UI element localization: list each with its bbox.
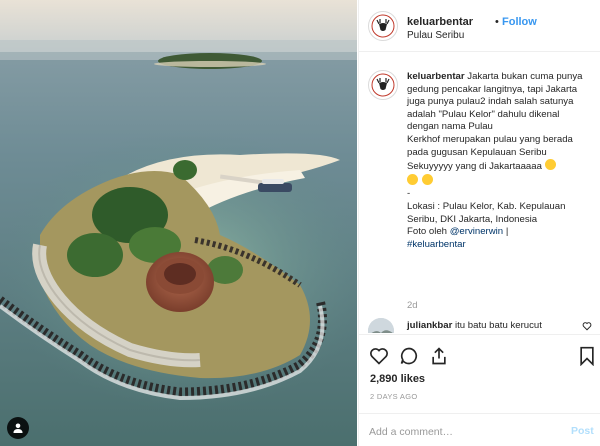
post-actions: 2,890 likes 2 DAYS AGO Post — [359, 334, 600, 446]
post-caption: keluarbentar Jakarta bukan cuma punya ge… — [407, 71, 593, 251]
post-comment-button[interactable]: Post — [571, 425, 594, 437]
caption-username[interactable]: keluarbentar — [407, 71, 465, 82]
avatar[interactable] — [368, 11, 398, 41]
heart-icon[interactable] — [369, 346, 389, 366]
hashtag-link[interactable]: #keluarbentar — [407, 239, 466, 250]
caption-pipe: | — [505, 226, 509, 238]
follow-separator: • — [495, 16, 499, 28]
comment-input[interactable] — [369, 424, 549, 440]
caption-photo-by: Foto oleh — [407, 226, 448, 238]
post-time[interactable]: 2 DAYS AGO — [370, 392, 417, 401]
location-link[interactable]: Pulau Seribu — [407, 30, 464, 41]
caption-text-3: Sekuyyyyy yang di Jakartaaaaa — [407, 161, 542, 173]
caption-timestamp[interactable]: 2d — [407, 300, 418, 311]
caption-dash: - — [407, 188, 411, 200]
user-tag-button[interactable] — [7, 417, 29, 439]
comment-text: juliankbar itu batu batu kerucut — [407, 320, 542, 331]
bookmark-icon[interactable] — [579, 346, 595, 366]
caption-text-2: Kerkhof merupakan pulau yang berada pada… — [407, 133, 573, 158]
heart-eyes-emoji-icon — [544, 159, 556, 171]
wink-emoji-icon — [421, 173, 433, 185]
avatar[interactable] — [368, 318, 394, 333]
likes-count[interactable]: 2,890 likes — [370, 373, 425, 385]
comment-item: juliankbar itu batu batu kerucut — [368, 316, 598, 333]
caption-avatar[interactable] — [368, 70, 398, 100]
comments-section: keluarbentar Jakarta bukan cuma punya ge… — [359, 53, 600, 333]
user-tag-icon — [13, 423, 23, 433]
island-aerial-photo — [0, 0, 357, 446]
grin-emoji-icon — [407, 173, 418, 185]
deer-logo-icon — [371, 14, 395, 38]
speech-bubble-icon[interactable] — [399, 346, 419, 366]
follow-button[interactable]: Follow — [502, 16, 537, 28]
small-heart-icon[interactable] — [582, 321, 592, 331]
comment-username[interactable]: juliankbar — [407, 320, 452, 331]
caption-text-4: Lokasi : Pulau Kelor, Kab. Kepulauan Ser… — [407, 200, 566, 225]
post-side-panel: keluarbentar • Follow Pulau Seribu kelua… — [358, 0, 600, 446]
post-header: keluarbentar • Follow Pulau Seribu — [359, 0, 600, 52]
comment-body: itu batu batu kerucut — [455, 320, 542, 331]
commenter-avatar-photo — [368, 318, 394, 333]
post-photo[interactable] — [0, 0, 357, 446]
header-username[interactable]: keluarbentar — [407, 16, 473, 28]
mention-link[interactable]: @ervinerwin — [450, 226, 503, 237]
share-icon[interactable] — [429, 346, 449, 366]
deer-logo-icon — [371, 73, 395, 97]
add-comment-row: Post — [359, 413, 600, 446]
